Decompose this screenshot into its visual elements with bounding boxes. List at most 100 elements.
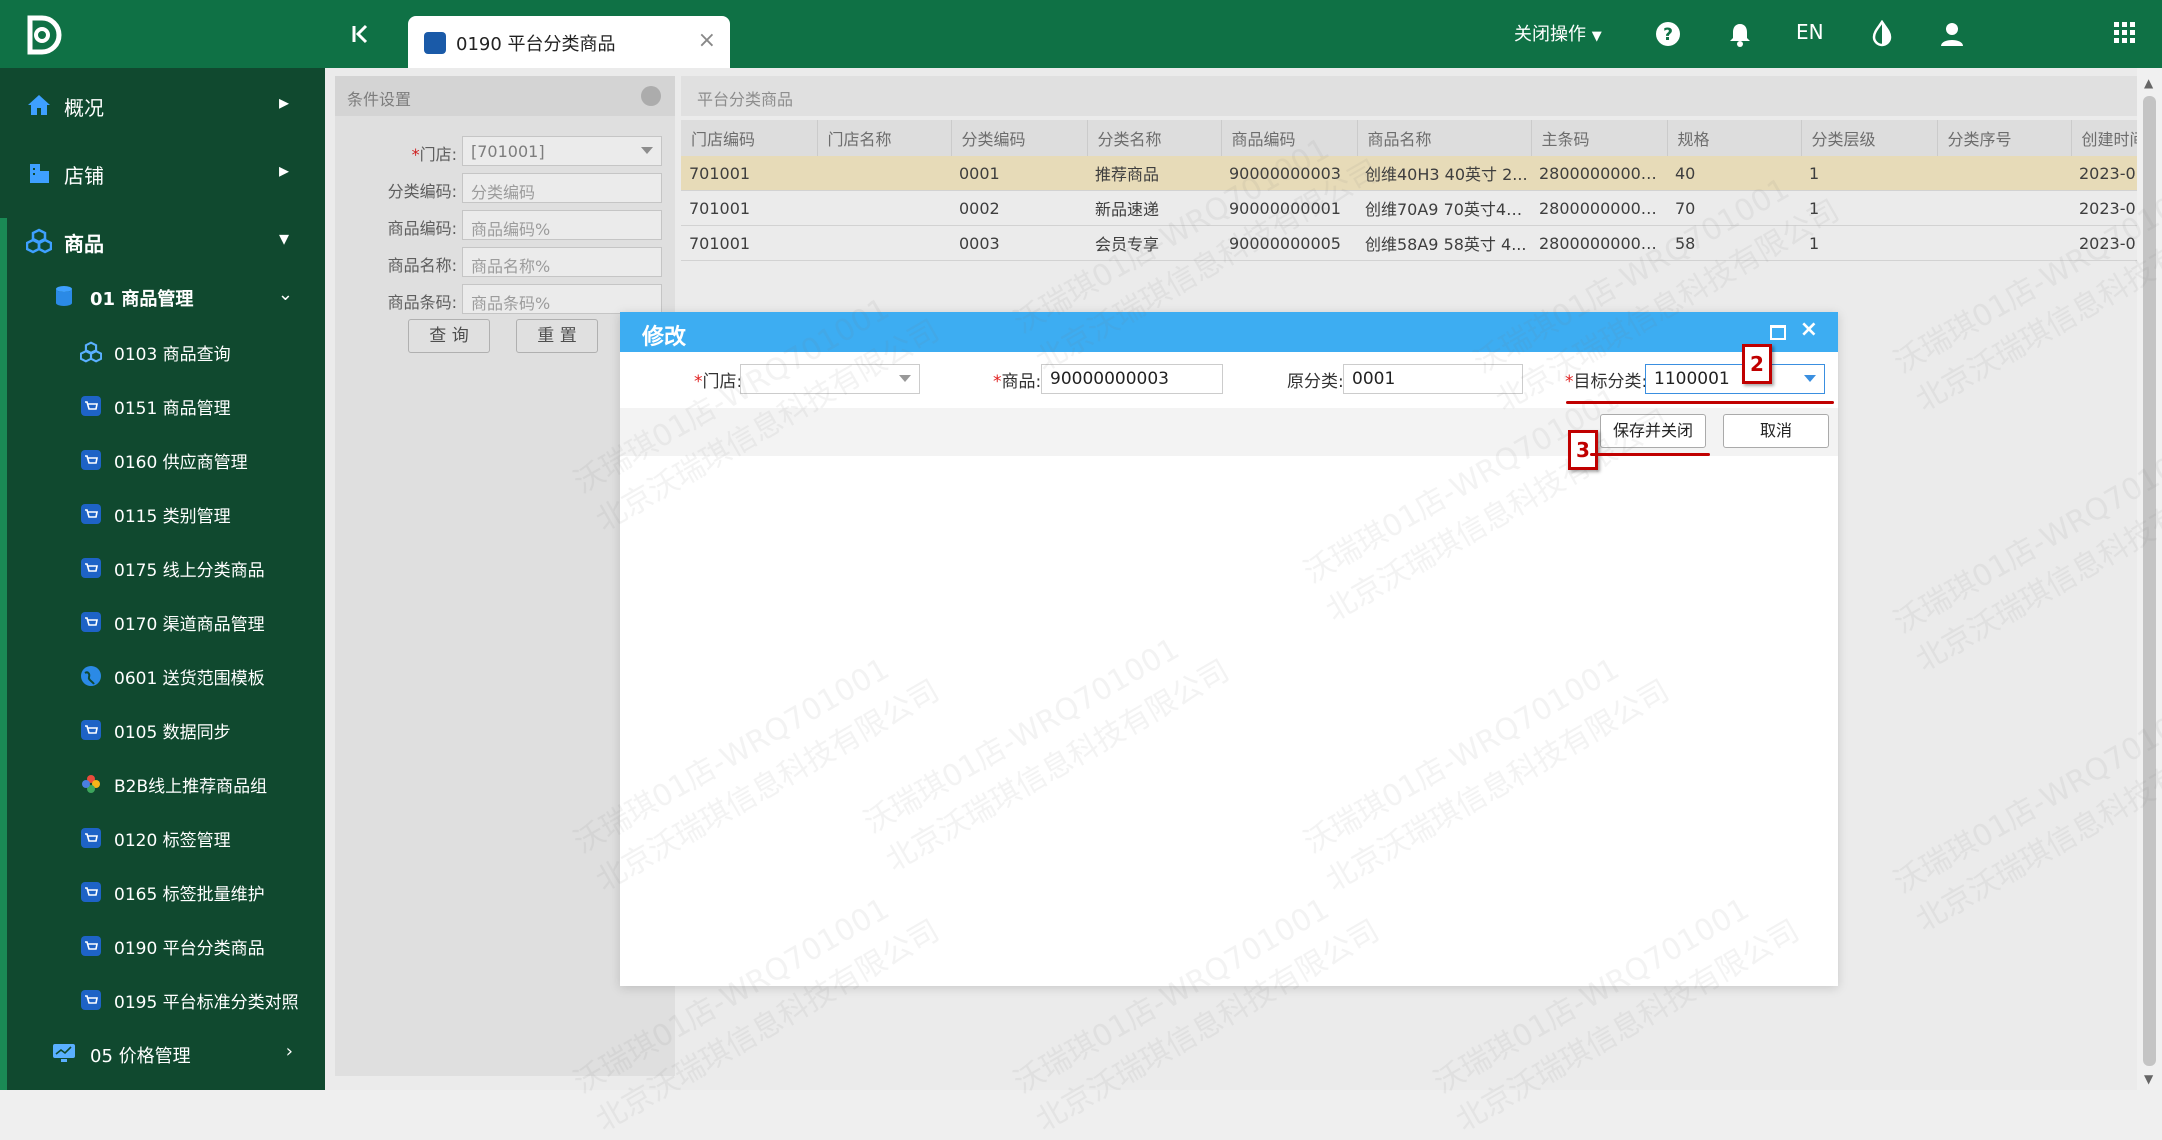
sidebar-item-label: 商品: [64, 232, 104, 256]
svg-text:?: ?: [1663, 25, 1673, 45]
sidebar-subitem-0175[interactable]: 0175 线上分类商品: [0, 541, 325, 595]
annotation-step-3: 3: [1568, 430, 1598, 470]
sidebar-group-price-management[interactable]: 05 价格管理 ›: [0, 1029, 325, 1081]
close-operations-dropdown[interactable]: 关闭操作 ▼: [1514, 20, 1602, 46]
maximize-icon[interactable]: [1770, 325, 1786, 340]
theme-contrast-icon[interactable]: [1868, 19, 1896, 48]
cart-icon: [80, 935, 102, 957]
scroll-up-icon[interactable]: ▲: [2144, 76, 2153, 90]
page-scrollbar[interactable]: ▲ ▼: [2137, 68, 2162, 1090]
dialog-store-label: *门店:: [694, 372, 743, 392]
bell-icon[interactable]: [1726, 20, 1754, 48]
sidebar-subitem-0195[interactable]: 0195 平台标准分类对照: [0, 973, 325, 1027]
chevron-down-icon: ⌄: [277, 284, 293, 305]
sidebar-subitem-label: 0105 数据同步: [114, 723, 231, 743]
sidebar-subitem-label: 0160 供应商管理: [114, 453, 248, 473]
dialog-store-select[interactable]: [740, 364, 920, 394]
sidebar-subitem-label: 0175 线上分类商品: [114, 561, 265, 581]
dialog-title: 修改: [642, 325, 687, 350]
cart-icon: [80, 719, 102, 741]
annotation-underline-3: [1590, 453, 1710, 456]
sidebar-subitem-label: 0151 商品管理: [114, 399, 231, 419]
store-icon: [26, 160, 52, 186]
sidebar-group-label: 01 商品管理: [90, 289, 194, 310]
sidebar-subitem-0170[interactable]: 0170 渠道商品管理: [0, 595, 325, 649]
database-icon: [52, 284, 76, 308]
close-ops-label: 关闭操作: [1514, 24, 1586, 45]
colorful-icon: [80, 773, 102, 795]
cart-icon: [424, 32, 446, 54]
save-and-close-button[interactable]: 保存并关闭: [1600, 414, 1706, 448]
edit-dialog: 修改 × *门店: *商品: 90000000003 原分类: 0001 *目标…: [620, 312, 1838, 986]
cubes-icon: [25, 228, 53, 254]
sidebar-subitem-0190[interactable]: 0190 平台分类商品: [0, 919, 325, 973]
chevron-down-icon: ▾: [278, 226, 289, 250]
sidebar-item-label: 概况: [64, 96, 104, 120]
chevron-right-icon: ▸: [278, 90, 289, 114]
dialog-orig-category-input[interactable]: 0001: [1343, 364, 1523, 394]
sidebar-subitem-label: 0170 渠道商品管理: [114, 615, 265, 635]
chevron-down-icon: [1804, 375, 1816, 382]
sidebar-item-store[interactable]: 店铺 ▸: [0, 140, 325, 206]
sidebar-subitem-label: 0190 平台分类商品: [114, 939, 265, 959]
sidebar-subitem-b2b[interactable]: B2B线上推荐商品组: [0, 757, 325, 811]
sidebar-group-product-management[interactable]: 01 商品管理 ⌄: [0, 272, 325, 324]
home-icon: [26, 92, 52, 118]
chevron-right-icon: ▸: [278, 158, 289, 182]
sidebar-subitem-0160[interactable]: 0160 供应商管理: [0, 433, 325, 487]
sidebar-subitem-label: B2B线上推荐商品组: [114, 777, 268, 797]
chevron-down-icon: [899, 375, 911, 382]
cart-icon: [80, 557, 102, 579]
sidebar-subitem-0151[interactable]: 0151 商品管理: [0, 379, 325, 433]
sidebar-subitem-0103[interactable]: 0103 商品查询: [0, 325, 325, 379]
sidebar-subitem-label: 0115 类别管理: [114, 507, 231, 527]
tab-label: 0190 平台分类商品: [456, 34, 616, 55]
apps-grid-icon[interactable]: [2112, 20, 2140, 48]
sidebar-subitem-0115[interactable]: 0115 类别管理: [0, 487, 325, 541]
cart-icon: [80, 881, 102, 903]
sidebar-group-label: 05 价格管理: [90, 1046, 191, 1067]
chevron-right-icon: ›: [285, 1041, 293, 1062]
dialog-target-category-combobox[interactable]: 1100001: [1645, 364, 1825, 394]
cart-icon: [80, 449, 102, 471]
dialog-titlebar[interactable]: 修改 ×: [620, 312, 1838, 352]
sidebar-item-products[interactable]: 商品 ▾: [0, 208, 325, 274]
tab-close-icon[interactable]: ×: [698, 28, 716, 53]
cart-icon: [80, 503, 102, 525]
sidebar-subitem-label: 0195 平台标准分类对照: [114, 993, 299, 1013]
app-logo-icon[interactable]: [22, 14, 64, 56]
help-icon[interactable]: ?: [1654, 20, 1682, 48]
scrollbar-thumb[interactable]: [2143, 96, 2156, 1066]
annotation-underline-2: [1566, 401, 1834, 404]
language-toggle[interactable]: EN: [1796, 20, 1824, 44]
sidebar-subitem-0601[interactable]: 0601 送货范围模板: [0, 649, 325, 703]
sidebar-item-overview[interactable]: 概况 ▸: [0, 72, 325, 138]
cart-icon: [80, 827, 102, 849]
dialog-orig-category-label: 原分类:: [1287, 372, 1344, 392]
sidebar-subitem-label: 0103 商品查询: [114, 345, 231, 365]
close-icon[interactable]: ×: [1800, 317, 1818, 342]
dialog-product-input[interactable]: 90000000003: [1041, 364, 1223, 394]
monitor-icon: [52, 1041, 76, 1065]
cart-icon: [80, 989, 102, 1011]
sidebar: 概况 ▸ 店铺 ▸ 商品 ▾ 01 商品管理 ⌄ 0103 商品查询 0151 …: [0, 68, 325, 1090]
sidebar-subitem-0165[interactable]: 0165 标签批量维护: [0, 865, 325, 919]
sidebar-item-label: 店铺: [64, 164, 104, 188]
annotation-step-2: 2: [1742, 344, 1772, 384]
top-bar: 0190 平台分类商品 × 关闭操作 ▼ ? EN: [0, 0, 2162, 68]
scroll-down-icon[interactable]: ▼: [2144, 1072, 2153, 1086]
cubes-icon: [79, 341, 103, 363]
sidebar-subitem-0105[interactable]: 0105 数据同步: [0, 703, 325, 757]
cancel-button[interactable]: 取消: [1723, 414, 1829, 448]
dialog-target-category-label: *目标分类:: [1565, 372, 1648, 392]
cart-icon: [80, 395, 102, 417]
user-icon[interactable]: [1938, 20, 1966, 48]
sidebar-subitem-label: 0165 标签批量维护: [114, 885, 265, 905]
sidebar-subitem-label: 0601 送货范围模板: [114, 669, 265, 689]
chevron-down-icon: ▼: [1591, 29, 1602, 44]
collapse-sidebar-icon[interactable]: [348, 20, 374, 48]
sidebar-subitem-0120[interactable]: 0120 标签管理: [0, 811, 325, 865]
globe-icon: [80, 665, 102, 687]
sidebar-subitem-label: 0120 标签管理: [114, 831, 231, 851]
tab-0190[interactable]: 0190 平台分类商品 ×: [408, 16, 730, 68]
